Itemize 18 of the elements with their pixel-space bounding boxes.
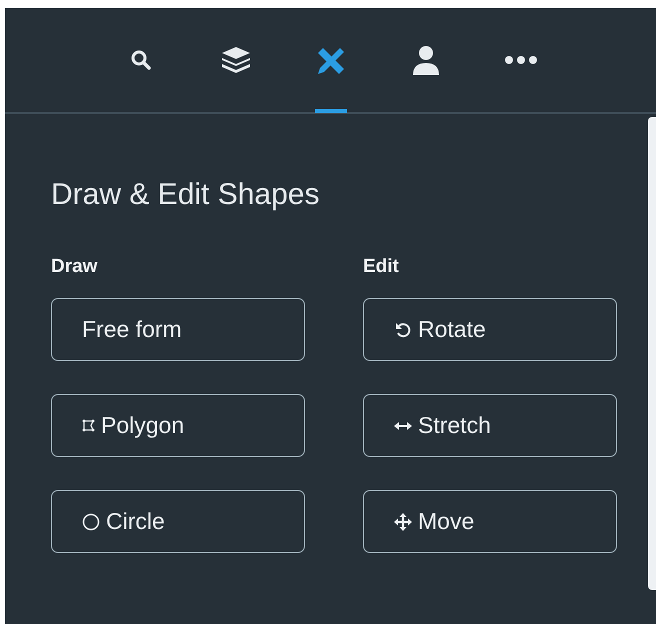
search-icon [130,49,152,71]
polygon-icon [82,419,95,432]
more-icon [504,55,538,65]
user-icon [410,43,440,77]
rotate-icon [394,320,412,338]
tool-button[interactable]: Circle [51,490,305,553]
panel-title: Draw & Edit Shapes [51,178,320,212]
tool-button[interactable]: Stretch [363,394,617,457]
section-heading: Draw [51,256,98,278]
tool-button[interactable]: Rotate [363,298,617,361]
scrollbar[interactable] [648,117,656,590]
section-heading: Edit [363,256,400,278]
tool-button[interactable]: Polygon [51,394,305,457]
circle-icon [82,512,100,530]
double-arrow-icon [394,420,412,430]
move-icon [394,512,412,530]
tool-button[interactable]: Move [363,490,617,553]
tool-button[interactable]: Free form [51,298,305,361]
